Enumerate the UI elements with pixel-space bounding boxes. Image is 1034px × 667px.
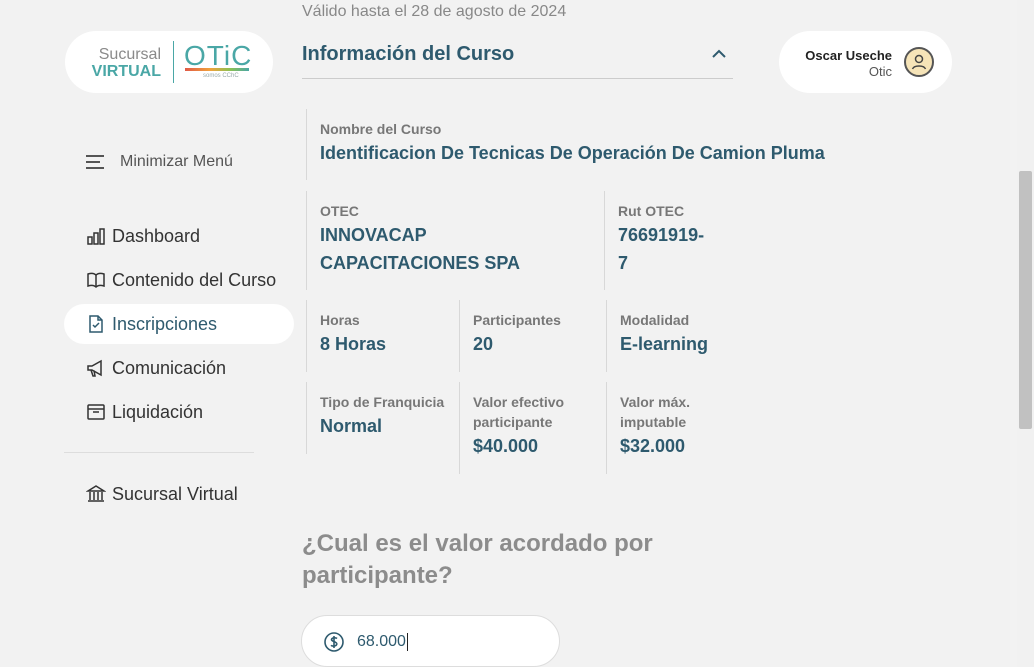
sidebar-item-comunicacion[interactable]: Comunicación [64,348,294,388]
logo-color-bar [185,68,249,71]
field-modalidad: Modalidad E-learning [606,300,736,372]
sidebar-item-sucursal-virtual[interactable]: Sucursal Virtual [64,474,294,514]
field-horas: Horas 8 Horas [306,300,456,372]
dollar-circle-icon [324,632,344,652]
agreed-value-text: 68.000 [357,633,408,651]
avatar[interactable] [904,47,934,77]
sidebar-item-label: Contenido del Curso [112,269,277,290]
field-rut-otec: Rut OTEC 76691919-7 [604,191,724,290]
field-label: Participantes [473,312,561,328]
sidebar-item-label: Liquidación [112,401,204,422]
field-value: 8 Horas [320,334,387,354]
user-menu[interactable]: Oscar Useche Otic [779,31,952,93]
validity-text: Válido hasta el 28 de agosto de 2024 [302,3,567,20]
megaphone-icon [87,359,102,377]
field-value: $40.000 [473,436,539,456]
agreed-value-question: ¿Cual es el valor acordado por participa… [302,530,653,589]
user-name: Oscar Useche [805,48,892,63]
bank-building-icon [86,485,106,502]
field-value: E-learning [620,334,709,354]
sidebar-item-label: Dashboard [112,225,201,246]
archive-box-icon [87,404,105,420]
field-value: Normal [320,416,383,436]
chevron-up-icon[interactable] [711,46,727,62]
field-label: Valor efectivo participante [473,394,565,430]
field-value: 76691919-7 [618,225,705,273]
logo-text: Sucursal VIRTUAL [88,46,161,80]
field-value: INNOVACAP CAPACITACIONES SPA [320,225,521,273]
logo-sub: somos CChC [203,73,239,79]
logo-line1: Sucursal [98,46,161,63]
field-label: OTEC [320,203,359,219]
user-org: Otic [868,64,892,79]
book-icon [87,272,105,289]
field-course-name: Nombre del Curso Identificacion De Tecni… [306,109,826,180]
sidebar-item-label: Comunicación [112,357,227,378]
minimize-menu-button[interactable]: Minimizar Menú [86,153,233,171]
field-label: Rut OTEC [618,203,685,219]
field-participantes: Participantes 20 [459,300,599,372]
sidebar-divider [64,452,254,453]
sidebar-item-label: Inscripciones [112,313,218,334]
field-label: Modalidad [620,312,690,328]
course-info-accordion-header[interactable]: Información del Curso [302,40,733,79]
chart-bars-icon [87,228,105,245]
sidebar-item-liquidacion[interactable]: Liquidación [64,392,294,432]
field-value: 20 [473,334,494,354]
field-label: Tipo de Franquicia [320,394,445,410]
logo-divider [173,41,174,83]
field-label: Horas [320,312,360,328]
sidebar-item-dashboard[interactable]: Dashboard [64,216,294,256]
user-avatar-icon [911,54,927,70]
sidebar-item-contenido[interactable]: Contenido del Curso [64,260,294,300]
section-title: Información del Curso [302,43,515,65]
field-value: Identificacion De Tecnicas De Operación … [320,143,825,163]
logo-brand: OTiC [184,40,253,71]
field-value: $32.000 [620,436,686,456]
logo[interactable]: Sucursal VIRTUAL OTiC somos CChC [65,31,273,93]
agreed-value-input[interactable]: 68.000 [301,615,560,667]
field-valor-efectivo: Valor efectivo participante $40.000 [459,382,599,474]
hamburger-menu-icon [86,155,106,169]
sidebar-item-inscripciones[interactable]: Inscripciones [64,304,294,344]
field-valor-maximo: Valor máx. imputable $32.000 [606,382,736,474]
page-scrollbar[interactable] [1017,0,1034,667]
field-label: Valor máx. imputable [620,394,691,430]
minimize-menu-label: Minimizar Menú [120,153,233,170]
sidebar-item-label: Sucursal Virtual [112,483,238,504]
field-otec: OTEC INNOVACAP CAPACITACIONES SPA [306,191,596,290]
field-tipo-franquicia: Tipo de Franquicia Normal [306,382,456,454]
scrollbar-thumb[interactable] [1019,171,1032,429]
document-check-icon [89,315,103,333]
field-label: Nombre del Curso [320,121,442,137]
logo-line2: VIRTUAL [91,63,161,80]
